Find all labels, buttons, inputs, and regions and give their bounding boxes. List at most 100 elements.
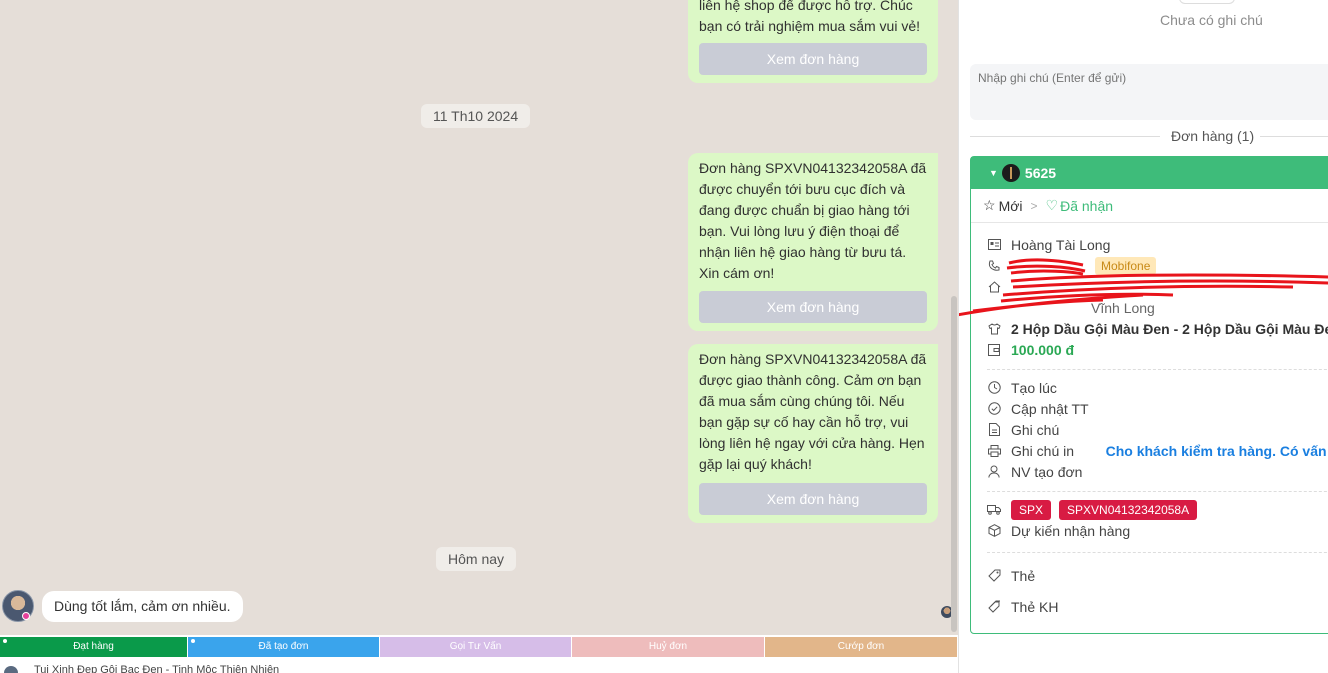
shipping-row: SPX SPXVN04132342058A: [987, 499, 1328, 520]
tag-label: Đã tạo đơn: [258, 641, 309, 652]
tag-icon: [987, 569, 1001, 583]
product-row: 2 Hộp Dầu Gội Màu Đen - 2 Hộp Dầu Gội Mà…: [987, 318, 1328, 339]
tracking-tag[interactable]: SPXVN04132342058A: [1059, 499, 1198, 520]
created-row: Tạo lúc: [987, 377, 1328, 398]
package-icon: [987, 524, 1001, 538]
selected-dot-icon: [191, 639, 195, 643]
wallet-icon: [987, 343, 1001, 357]
print-note-value[interactable]: Cho khách kiểm tra hàng. Có vấn đ: [1106, 443, 1328, 459]
truck-icon: [987, 503, 1001, 517]
note-label: Ghi chú: [1011, 421, 1060, 438]
tag-label: Đạt hàng: [73, 641, 114, 652]
chat-area: liên hệ shop để được hỗ trợ. Chúc bạn có…: [0, 0, 958, 635]
orders-count-label: Đơn hàng (1): [1171, 128, 1255, 144]
tag-da-tao-don[interactable]: Đã tạo đơn: [188, 637, 379, 657]
tag-row: Thẻ: [987, 565, 1328, 586]
tag-label: Gọi Tư Vấn: [449, 641, 502, 652]
orders-section-title: Đơn hàng (1): [970, 126, 1328, 146]
view-order-button[interactable]: Xem đơn hàng: [699, 43, 927, 75]
empty-note-text: Chưa có ghi chú: [1160, 12, 1263, 28]
message-text: Đơn hàng SPXVN04132342058A đã được chuyể…: [699, 160, 927, 281]
star-icon: ☆: [983, 197, 996, 213]
order-header[interactable]: ▼ 5625: [971, 157, 1328, 189]
check-circle-icon: [987, 402, 1001, 416]
tag-huy-don[interactable]: Huỷ đơn: [572, 637, 764, 657]
view-order-button[interactable]: Xem đơn hàng: [699, 483, 927, 515]
message-text: liên hệ shop để được hỗ trợ. Chúc bạn có…: [699, 0, 920, 34]
tag-goi-tu-van[interactable]: Gọi Tư Vấn: [380, 637, 571, 657]
status-received[interactable]: Đã nhận: [1060, 198, 1113, 214]
quick-tag-bar: Đạt hàng Đã tạo đơn Gọi Tư Vấn Huỷ đơn C…: [0, 637, 958, 657]
staff-row: NV tạo đơn: [987, 461, 1328, 482]
divider: [987, 369, 1328, 370]
id-card-icon: [987, 238, 1001, 252]
staff-label: NV tạo đơn: [1011, 463, 1083, 480]
phone-row: Mobifone: [987, 255, 1328, 276]
note-row: Ghi chú: [987, 419, 1328, 440]
outgoing-message: Đơn hàng SPXVN04132342058A đã được giao …: [688, 344, 938, 523]
note-input[interactable]: [970, 64, 1328, 120]
tag-label[interactable]: Thẻ: [1011, 568, 1035, 584]
footer-preview: Tui Xinh Đẹp Gội Bạc Đen - Tinh Mộc Thiê…: [0, 660, 958, 673]
created-label: Tạo lúc: [1011, 379, 1057, 396]
product-thumb-icon: [4, 666, 18, 673]
product-name: 2 Hộp Dầu Gội Màu Đen - 2 Hộp Dầu Gội Mà…: [1011, 320, 1328, 337]
carrier-tag[interactable]: SPX: [1011, 499, 1052, 520]
print-note-label: Ghi chú in: [1011, 442, 1075, 459]
tags-icon: [987, 600, 1001, 614]
customer-name[interactable]: Hoàng Tài Long: [1011, 237, 1110, 253]
selected-dot-icon: [3, 639, 7, 643]
eta-row: Dự kiến nhận hàng: [987, 520, 1328, 541]
customer-panel: Chưa có ghi chú Đơn hàng (1) ▼ 5625 ☆ Mớ…: [958, 0, 1328, 673]
tag-cuop-don[interactable]: Cướp đơn: [765, 637, 957, 657]
address-row: [987, 276, 1328, 297]
updated-label: Cập nhật TT: [1011, 400, 1089, 417]
printer-icon: [987, 444, 1001, 458]
tag-label: Huỷ đơn: [648, 641, 688, 652]
tag-label: Cướp đơn: [837, 641, 885, 652]
caret-down-icon[interactable]: ▼: [989, 168, 998, 178]
address-row-2: Vĩnh Long: [987, 297, 1328, 318]
message-text: Đơn hàng SPXVN04132342058A đã được giao …: [699, 351, 927, 472]
updated-row: Cập nhật TT: [987, 398, 1328, 419]
phone-icon: [987, 259, 1001, 273]
view-order-button[interactable]: Xem đơn hàng: [699, 291, 927, 323]
shop-logo-icon: [1001, 164, 1020, 182]
date-separator: Hôm nay: [436, 547, 517, 571]
shirt-icon: [987, 322, 1001, 336]
home-icon: [987, 280, 1001, 294]
note-toggle[interactable]: [1179, 0, 1235, 4]
outgoing-message: liên hệ shop để được hỗ trợ. Chúc bạn có…: [688, 0, 938, 83]
address-line-2: Vĩnh Long: [1091, 299, 1155, 316]
customer-tag-row: Thẻ KH: [987, 596, 1328, 617]
outgoing-message: Đơn hàng SPXVN04132342058A đã được chuyể…: [688, 153, 938, 331]
heart-icon: ♡: [1045, 197, 1059, 213]
order-id: 5625: [1024, 165, 1057, 181]
customer-name-row: Hoàng Tài Long: [987, 234, 1328, 255]
chat-scrollbar[interactable]: [951, 296, 957, 632]
divider: [987, 552, 1328, 553]
status-new[interactable]: Mới: [999, 198, 1023, 214]
tag-dat-hang[interactable]: Đạt hàng: [0, 637, 187, 657]
online-status-icon: [22, 612, 30, 620]
footer-preview-text: Tui Xinh Đẹp Gội Bạc Đen - Tinh Mộc Thiê…: [34, 664, 280, 673]
date-separator: 11 Th10 2024: [421, 104, 531, 128]
print-note-row: Ghi chú in Cho khách kiểm tra hàng. Có v…: [987, 440, 1328, 461]
order-card: ▼ 5625 ☆ Mới > ♡ Đã nhận Hoàng Tài Long: [970, 156, 1328, 634]
user-icon: [987, 465, 1001, 479]
step-arrow-icon: >: [1030, 198, 1038, 213]
clock-icon: [987, 381, 1001, 395]
order-info: Hoàng Tài Long Mobifone Vĩnh Long 2 Hộp …: [971, 223, 1328, 617]
file-text-icon: [987, 423, 1001, 437]
order-price: 100.000 đ: [1011, 341, 1075, 358]
order-status-steps: ☆ Mới > ♡ Đã nhận: [971, 189, 1328, 223]
divider-line: [970, 136, 1160, 137]
customer-tag-label[interactable]: Thẻ KH: [1011, 599, 1058, 615]
divider-line: [1260, 136, 1328, 137]
address-redacted[interactable]: [1011, 281, 1328, 293]
carrier-badge: Mobifone: [1095, 256, 1157, 275]
divider: [987, 491, 1328, 492]
phone-number-redacted[interactable]: [1011, 260, 1089, 272]
incoming-message: Dùng tốt lắm, cảm ơn nhiều.: [42, 591, 243, 622]
